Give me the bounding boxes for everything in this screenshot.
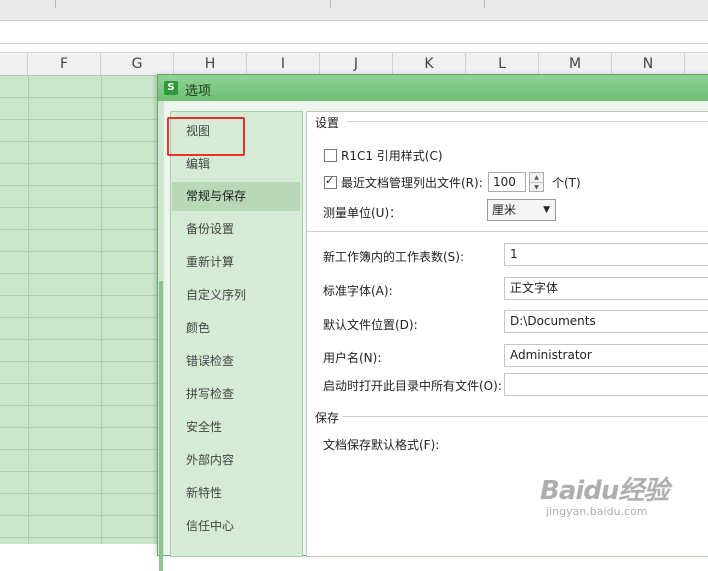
nav-item-new-features[interactable]: 新特性 <box>172 479 300 508</box>
options-nav: 视图 编辑 常规与保存 备份设置 重新计算 自定义序列 颜色 错误检查 拼写检查… <box>170 111 303 557</box>
column-header-blank <box>0 53 28 75</box>
dialog-title: 选项 <box>185 84 212 99</box>
measure-unit-label: 测量单位(U)： <box>323 206 402 220</box>
default-location-label: 默认文件位置(D): <box>323 318 418 332</box>
nav-item-recalc[interactable]: 重新计算 <box>172 248 300 277</box>
formula-bar[interactable] <box>0 21 708 44</box>
section-divider <box>307 231 708 232</box>
recent-files-label: 最近文档管理列出文件(R): <box>341 176 483 190</box>
r1c1-label: R1C1 引用样式(C) <box>341 149 443 163</box>
recent-files-count-input[interactable]: 100 <box>488 172 526 192</box>
column-header-m[interactable]: M <box>539 53 612 75</box>
measure-unit-value: 厘米 <box>492 203 517 217</box>
r1c1-checkbox[interactable] <box>324 149 337 162</box>
column-header-k[interactable]: K <box>393 53 466 75</box>
recent-files-checkbox[interactable] <box>324 174 337 189</box>
nav-item-backup[interactable]: 备份设置 <box>172 215 300 244</box>
default-save-format-label: 文档保存默认格式(F): <box>323 438 440 452</box>
highlight-annotation-box <box>167 117 245 156</box>
startup-folder-input[interactable] <box>504 373 708 396</box>
section-divider <box>347 121 708 122</box>
dialog-edge-bar <box>159 281 163 571</box>
nav-item-security[interactable]: 安全性 <box>172 413 300 442</box>
nav-item-error-check[interactable]: 错误检查 <box>172 347 300 376</box>
toolbar-separator <box>330 0 331 8</box>
spreadsheet-app-icon: S <box>164 81 178 95</box>
column-header-i[interactable]: I <box>247 53 320 75</box>
stepper-down-icon[interactable]: ▼ <box>530 182 543 192</box>
column-header-j[interactable]: J <box>320 53 393 75</box>
column-header-l[interactable]: L <box>466 53 539 75</box>
nav-item-color[interactable]: 颜色 <box>172 314 300 343</box>
username-label: 用户名(N): <box>323 351 382 365</box>
dialog-title-bar[interactable]: S 选项 <box>158 75 708 101</box>
standard-font-label: 标准字体(A): <box>323 284 393 298</box>
measure-unit-select[interactable]: 厘米 ▼ <box>487 199 556 221</box>
sheet-count-label: 新工作簿内的工作表数(S): <box>323 250 465 264</box>
toolbar-separator <box>484 0 485 8</box>
section-divider <box>341 416 708 417</box>
watermark-logo: Baidu经验 <box>540 476 669 506</box>
default-location-input[interactable]: D:\Documents <box>504 310 708 333</box>
nav-item-trust-center[interactable]: 信任中心 <box>172 512 300 541</box>
username-input[interactable]: Administrator <box>504 344 708 367</box>
baidu-watermark: Baidu经验 jingyan.baidu.com <box>540 470 669 518</box>
nav-item-spell-check[interactable]: 拼写检查 <box>172 380 300 409</box>
dialog-left-edge <box>158 101 164 571</box>
nav-item-custom-lists[interactable]: 自定义序列 <box>172 281 300 310</box>
nav-item-external-content[interactable]: 外部内容 <box>172 446 300 475</box>
column-header: F G H I J K L M N <box>0 52 708 76</box>
startup-folder-label: 启动时打开此目录中所有文件(O): <box>323 379 502 393</box>
column-header-f[interactable]: F <box>28 53 101 75</box>
column-header-h[interactable]: H <box>174 53 247 75</box>
recent-files-stepper[interactable]: ▲ ▼ <box>529 172 544 192</box>
column-header-g[interactable]: G <box>101 53 174 75</box>
stepper-up-icon[interactable]: ▲ <box>530 173 543 182</box>
nav-item-general-save[interactable]: 常规与保存 <box>172 182 300 211</box>
recent-files-unit: 个(T) <box>552 176 581 190</box>
toolbar-separator <box>55 0 56 8</box>
settings-section-title: 设置 <box>315 114 343 131</box>
standard-font-input[interactable]: 正文字体 <box>504 277 708 300</box>
dropdown-arrow-icon: ▼ <box>543 205 550 215</box>
save-section-title: 保存 <box>315 409 343 426</box>
top-toolbar-strip <box>0 0 708 21</box>
sheet-count-input[interactable]: 1 <box>504 243 708 266</box>
spreadsheet-grid[interactable] <box>0 75 160 544</box>
column-header-n[interactable]: N <box>612 53 685 75</box>
